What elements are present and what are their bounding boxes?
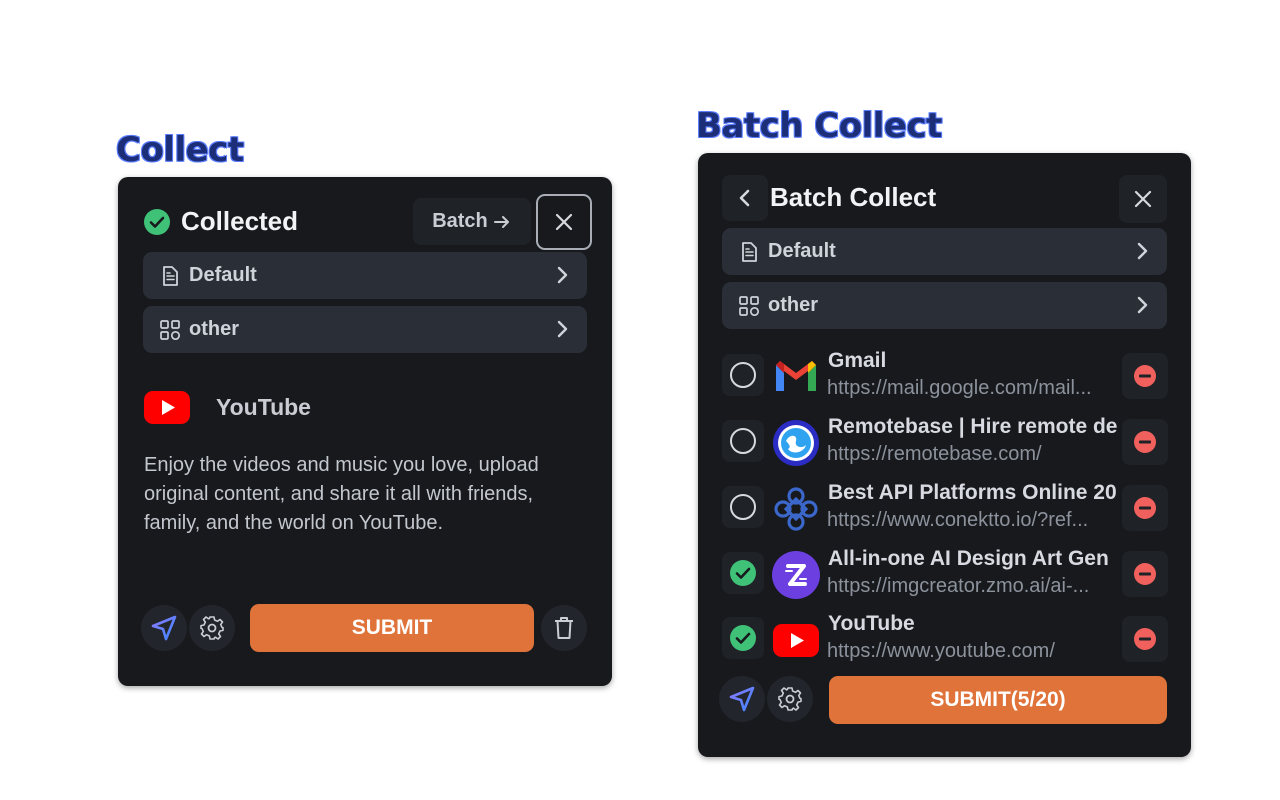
list-item[interactable]: YouTube https://www.youtube.com/	[722, 612, 1168, 670]
item-url: https://imgcreator.zmo.ai/ai-...	[827, 575, 1090, 597]
check-circle-icon	[730, 625, 756, 651]
close-button[interactable]	[1119, 175, 1167, 223]
gear-icon	[200, 616, 224, 640]
site-description: Enjoy the videos and music you love, upl…	[144, 454, 539, 534]
batch-collect-panel: Batch Collect Default other Gmail https:…	[698, 153, 1191, 757]
close-icon	[555, 213, 573, 231]
category-selector[interactable]: other	[143, 306, 587, 353]
submit-button[interactable]: SUBMIT	[250, 604, 534, 652]
zmo-icon	[772, 551, 820, 599]
minus-circle-icon	[1134, 431, 1156, 453]
close-icon	[1134, 190, 1152, 208]
remove-button[interactable]	[1122, 485, 1168, 531]
minus-circle-icon	[1134, 563, 1156, 585]
item-title: Gmail	[828, 349, 887, 372]
navigate-button[interactable]	[141, 605, 187, 651]
collect-panel: Collected Batch Default other YouTube En…	[118, 177, 612, 686]
grid-icon	[739, 295, 760, 316]
collect-heading: Collect	[116, 130, 244, 170]
settings-button[interactable]	[767, 676, 813, 722]
list-item[interactable]: Best API Platforms Online 20 https://www…	[722, 481, 1168, 539]
status-title: Collected	[181, 206, 299, 236]
item-title: Remotebase | Hire remote de	[828, 415, 1118, 438]
folder-label: Default	[189, 264, 257, 286]
panel-title: Batch Collect	[770, 182, 937, 212]
back-button[interactable]	[722, 175, 768, 221]
minus-circle-icon	[1134, 628, 1156, 650]
category-label: other	[768, 294, 818, 316]
chevron-right-icon	[557, 266, 568, 284]
item-url: https://www.conektto.io/?ref...	[827, 509, 1089, 531]
submit-button[interactable]: SUBMIT(5/20)	[829, 676, 1167, 724]
document-icon	[163, 265, 178, 286]
item-title: YouTube	[828, 612, 915, 635]
gear-icon	[778, 687, 802, 711]
settings-button[interactable]	[189, 605, 235, 651]
batch-collect-heading: Batch Collect	[696, 106, 942, 146]
arrow-right-icon	[493, 215, 509, 228]
navigation-arrow-icon	[729, 686, 755, 712]
document-icon	[742, 241, 757, 262]
folder-selector[interactable]: Default	[143, 252, 587, 299]
item-url: https://remotebase.com/	[827, 443, 1042, 465]
remove-button[interactable]	[1122, 616, 1168, 662]
trash-icon	[555, 617, 573, 639]
delete-button[interactable]	[541, 605, 587, 651]
chevron-left-icon	[739, 189, 750, 207]
navigate-button[interactable]	[719, 676, 765, 722]
youtube-icon	[773, 624, 819, 657]
folder-label: Default	[768, 240, 836, 262]
category-label: other	[189, 318, 239, 340]
category-selector[interactable]: other	[722, 282, 1167, 329]
remove-button[interactable]	[1122, 419, 1168, 465]
youtube-icon	[144, 391, 190, 424]
select-radio[interactable]	[722, 617, 764, 659]
conektto-icon	[774, 487, 818, 531]
item-title: Best API Platforms Online 20	[828, 481, 1117, 504]
select-radio[interactable]	[722, 354, 764, 396]
chevron-right-icon	[557, 320, 568, 338]
gmail-icon	[776, 361, 816, 391]
check-circle-icon	[144, 209, 170, 235]
navigation-arrow-icon	[151, 615, 177, 641]
chevron-right-icon	[1137, 296, 1148, 314]
site-name: YouTube	[216, 394, 311, 420]
list-item[interactable]: All-in-one AI Design Art Gen https://img…	[722, 547, 1168, 605]
item-url: https://www.youtube.com/	[827, 640, 1055, 662]
batch-button-label: Batch	[432, 210, 488, 232]
item-url: https://mail.google.com/mail...	[827, 377, 1092, 399]
chevron-right-icon	[1137, 242, 1148, 260]
minus-circle-icon	[1134, 365, 1156, 387]
close-button[interactable]	[536, 194, 592, 250]
remove-button[interactable]	[1122, 353, 1168, 399]
folder-selector[interactable]: Default	[722, 228, 1167, 275]
grid-icon	[160, 319, 181, 340]
check-circle-icon	[730, 560, 756, 586]
radio-unchecked-icon	[730, 494, 756, 520]
minus-circle-icon	[1134, 497, 1156, 519]
batch-button[interactable]: Batch	[413, 198, 531, 245]
remove-button[interactable]	[1122, 551, 1168, 597]
list-item[interactable]: Remotebase | Hire remote de https://remo…	[722, 415, 1168, 473]
item-title: All-in-one AI Design Art Gen	[828, 547, 1109, 570]
remotebase-icon	[773, 420, 819, 466]
select-radio[interactable]	[722, 420, 764, 462]
select-radio[interactable]	[722, 552, 764, 594]
list-item[interactable]: Gmail https://mail.google.com/mail...	[722, 349, 1168, 407]
radio-unchecked-icon	[730, 362, 756, 388]
radio-unchecked-icon	[730, 428, 756, 454]
select-radio[interactable]	[722, 486, 764, 528]
